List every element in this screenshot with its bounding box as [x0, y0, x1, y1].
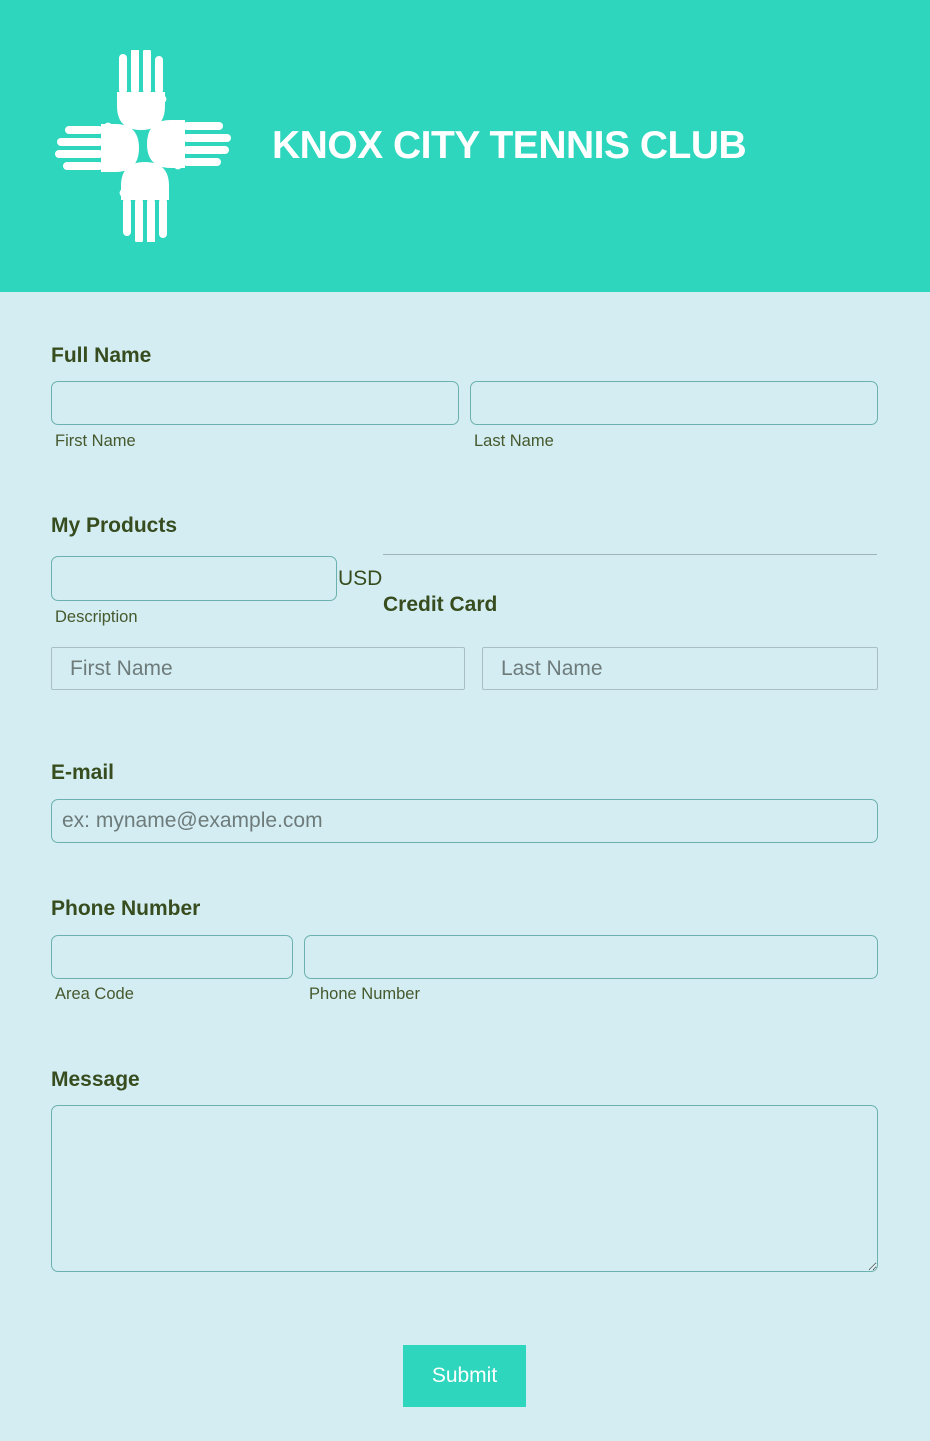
email-label: E-mail [51, 761, 115, 784]
currency-label: USD [338, 567, 383, 590]
description-sublabel: Description [55, 608, 138, 626]
email-input[interactable] [51, 799, 878, 843]
credit-card-label: Credit Card [383, 593, 498, 616]
submit-button[interactable]: Submit [403, 1345, 526, 1407]
area-code-input[interactable] [51, 935, 293, 979]
first-name-sublabel: First Name [55, 432, 136, 450]
full-name-label: Full Name [51, 344, 152, 367]
product-description-input[interactable] [51, 556, 337, 601]
phone-number-label: Phone Number [51, 897, 201, 920]
phone-number-input[interactable] [304, 935, 878, 979]
cc-last-name-input[interactable] [482, 647, 878, 690]
area-code-sublabel: Area Code [55, 985, 134, 1003]
message-label: Message [51, 1068, 140, 1091]
header-banner: KNOX CITY TENNIS CLUB [0, 0, 930, 292]
my-products-label: My Products [51, 514, 178, 537]
message-textarea[interactable] [51, 1105, 878, 1272]
credit-card-divider [383, 554, 877, 555]
four-hands-icon [55, 50, 231, 242]
phone-number-sublabel: Phone Number [309, 985, 420, 1003]
cc-first-name-input[interactable] [51, 647, 465, 690]
last-name-sublabel: Last Name [474, 432, 554, 450]
page-title: KNOX CITY TENNIS CLUB [272, 124, 747, 167]
last-name-input[interactable] [470, 381, 878, 425]
first-name-input[interactable] [51, 381, 459, 425]
